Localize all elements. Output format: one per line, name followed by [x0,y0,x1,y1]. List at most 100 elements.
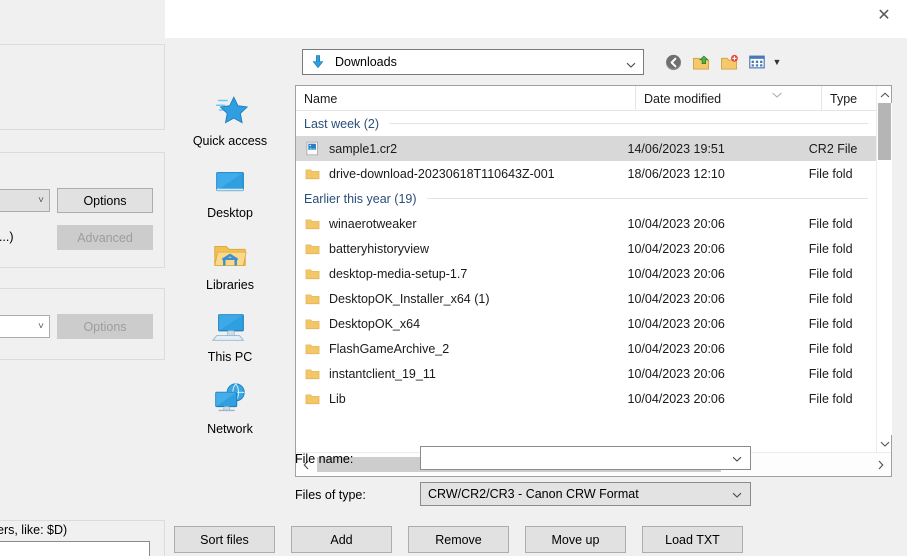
sort-files-button[interactable]: Sort files [174,526,275,553]
vertical-scroll-thumb[interactable] [878,103,891,160]
chevron-down-icon: ˅ [38,321,44,332]
cell-type: File fold [809,267,876,281]
scroll-right-icon[interactable] [871,453,891,476]
file-list-rows: Last week (2)sample1.cr214/06/2023 19:51… [296,111,876,453]
column-header-date-modified[interactable]: Date modified [636,86,822,111]
background-text-bottom: ers, like: $D) [0,523,70,537]
column-label: Name [304,92,337,106]
place-label: Libraries [206,278,254,292]
image-file-icon [304,141,321,157]
group-divider [427,198,868,199]
chevron-down-icon[interactable] [732,453,742,463]
add-button[interactable]: Add [291,526,392,553]
cell-date-modified: 10/04/2023 20:06 [628,267,809,281]
cell-type: CR2 File [809,142,876,156]
file-group-header[interactable]: Last week (2) [296,111,876,136]
folder-icon [304,366,321,382]
place-label: Quick access [193,134,267,148]
chevron-down-icon[interactable] [732,489,742,499]
open-file-dialog: ✕ Look in: Downloads [165,0,907,556]
table-row[interactable]: Lib10/04/2023 20:06File fold [296,386,876,411]
folder-icon [304,391,321,407]
close-icon[interactable]: ✕ [861,0,907,30]
table-row[interactable]: sample1.cr214/06/2023 19:51CR2 File [296,136,876,161]
cell-type: File fold [809,167,876,181]
background-combo-1[interactable]: ˅ [0,189,50,212]
cell-date-modified: 10/04/2023 20:06 [628,367,809,381]
cell-file-name: FlashGameArchive_2 [296,341,628,357]
file-name-text: FlashGameArchive_2 [329,342,449,356]
cell-type: File fold [809,242,876,256]
back-icon[interactable] [662,51,684,73]
cell-date-modified: 10/04/2023 20:06 [628,317,809,331]
vertical-scroll-track[interactable] [877,103,892,435]
cell-file-name: drive-download-20230618T110643Z-001 [296,166,628,182]
cell-date-modified: 10/04/2023 20:06 [628,392,809,406]
background-combo-2[interactable]: ˅ [0,315,50,338]
table-row[interactable]: winaerotweaker10/04/2023 20:06File fold [296,211,876,236]
up-one-level-icon[interactable] [690,51,712,73]
folder-icon [304,291,321,307]
table-row[interactable]: desktop-media-setup-1.710/04/2023 20:06F… [296,261,876,286]
files-of-type-combobox[interactable]: CRW/CR2/CR3 - Canon CRW Format [420,482,751,506]
table-row[interactable]: DesktopOK_Installer_x64 (1) 10/04/2023 20… [296,286,876,311]
column-label: Date modified [644,92,721,106]
file-name-text: DesktopOK_x64 [329,317,420,331]
background-advanced-button: Advanced [57,225,153,250]
cell-date-modified: 10/04/2023 20:06 [628,242,809,256]
star-icon [211,91,249,131]
places-bar: Quick access Desktop [173,85,287,477]
scroll-up-icon[interactable] [877,86,892,103]
file-list: Name Date modified Type Last week (2)sam… [295,85,892,477]
network-globe-icon [211,379,249,419]
cell-file-name: DesktopOK_Installer_x64 (1) [296,291,628,307]
vertical-scrollbar[interactable] [876,86,891,452]
folder-icon [304,341,321,357]
table-row[interactable]: batteryhistoryview 10/04/2023 20:06File f… [296,236,876,261]
table-row[interactable]: DesktopOK_x6410/04/2023 20:06File fold [296,311,876,336]
remove-button[interactable]: Remove [408,526,509,553]
file-group-header[interactable]: Earlier this year (19) [296,186,876,211]
cell-file-name: DesktopOK_x64 [296,316,628,332]
folder-icon [304,266,321,282]
folder-icon [304,241,321,257]
place-item-libraries[interactable]: Libraries [173,229,287,301]
files-of-type-value: CRW/CR2/CR3 - Canon CRW Format [428,487,639,501]
file-name-input[interactable] [420,446,751,470]
column-label: Type [830,92,857,106]
background-options-button-1[interactable]: Options [57,188,153,213]
chevron-down-icon [626,57,636,67]
load-txt-button[interactable]: Load TXT [642,526,743,553]
folder-icon [304,216,321,232]
look-in-combobox[interactable]: Downloads [302,49,644,75]
table-row[interactable]: instantclient_19_1110/04/2023 20:06File … [296,361,876,386]
cell-type: File fold [809,342,876,356]
move-up-button[interactable]: Move up [525,526,626,553]
folder-icon [304,166,321,182]
place-item-quick-access[interactable]: Quick access [173,85,287,157]
place-item-this-pc[interactable]: This PC [173,301,287,373]
scroll-down-icon[interactable] [877,435,892,452]
sort-descending-icon [771,87,783,93]
table-row[interactable]: drive-download-20230618T110643Z-00118/06… [296,161,876,186]
background-text-middle: e...) [0,230,14,244]
column-header-name[interactable]: Name [296,86,636,111]
file-name-text: DesktopOK_Installer_x64 (1) [329,292,490,306]
background-input[interactable] [0,541,150,556]
cell-file-name: sample1.cr2 [296,141,628,157]
new-folder-icon[interactable] [718,51,740,73]
chevron-down-icon: ˅ [38,195,44,206]
files-of-type-label: Files of type: [295,488,366,502]
file-name-text: batteryhistoryview [329,242,429,256]
view-menu-icon[interactable] [746,51,768,73]
background-options-button-2: Options [57,314,153,339]
cell-type: File fold [809,217,876,231]
cell-date-modified: 10/04/2023 20:06 [628,292,809,306]
cell-file-name: Lib [296,391,628,407]
chevron-down-icon[interactable]: ▼ [771,52,783,72]
place-item-desktop[interactable]: Desktop [173,157,287,229]
place-item-network[interactable]: Network [173,373,287,445]
computer-icon [211,307,249,347]
download-arrow-icon [310,54,326,70]
table-row[interactable]: FlashGameArchive_210/04/2023 20:06File f… [296,336,876,361]
